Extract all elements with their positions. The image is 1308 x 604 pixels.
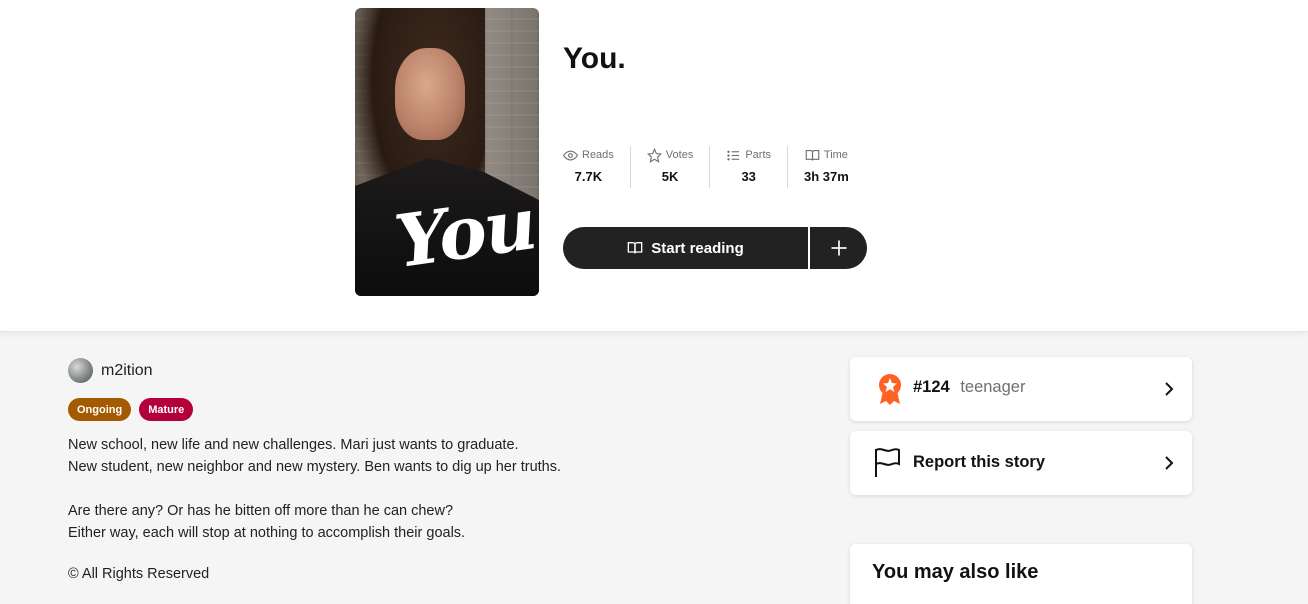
ranking-card[interactable]: #124 teenager	[850, 357, 1192, 421]
story-header: You. You. Reads 7.7K Votes 5K Parts 33 T…	[0, 0, 1308, 332]
eye-icon	[563, 150, 578, 160]
avatar[interactable]	[68, 358, 93, 383]
stat-reads: Reads 7.7K	[563, 146, 630, 188]
report-story-label: Report this story	[913, 453, 1046, 471]
description-line: Are there any? Or has he bitten off more…	[68, 503, 454, 519]
flag-icon	[875, 448, 900, 477]
description-line: Either way, each will stop at nothing to…	[68, 525, 466, 541]
stat-votes: Votes 5K	[629, 146, 710, 188]
stat-reads-value: 7.7K	[574, 169, 603, 184]
chevron-right-icon	[1165, 382, 1174, 396]
story-cover-image[interactable]: You.	[355, 8, 539, 296]
stat-votes-value: 5K	[661, 169, 679, 184]
stat-votes-label: Votes	[665, 149, 694, 161]
description-line: New school, new life and new challenges.…	[68, 437, 519, 453]
read-controls: Start reading	[563, 227, 867, 269]
copyright-notice: © All Rights Reserved	[68, 566, 210, 582]
add-to-library-button[interactable]	[810, 227, 867, 269]
chevron-right-icon	[1165, 456, 1174, 470]
cover-figure-face	[395, 48, 465, 140]
you-may-also-like-card: You may also like	[850, 544, 1192, 604]
list-icon	[727, 150, 740, 160]
start-reading-label: Start reading	[651, 239, 744, 257]
plus-icon	[831, 240, 846, 256]
stat-time-value: 3h 37m	[804, 169, 849, 184]
book-open-icon	[627, 242, 643, 254]
start-reading-button[interactable]: Start reading	[563, 227, 808, 269]
stat-parts-label: Parts	[745, 149, 772, 161]
ranking-number: #124	[913, 378, 950, 396]
stat-time: Time 3h 37m	[787, 146, 865, 188]
story-badges: Ongoing Mature	[68, 398, 194, 421]
report-story-card[interactable]: Report this story	[850, 431, 1192, 495]
author-link[interactable]: m2ition	[68, 358, 153, 383]
ranking-tag: teenager	[960, 378, 1026, 396]
book-open-icon	[805, 149, 820, 161]
story-title: You.	[563, 42, 626, 75]
you-may-also-like-title: You may also like	[872, 561, 1039, 583]
stat-parts: Parts 33	[709, 146, 787, 188]
story-stats: Reads 7.7K Votes 5K Parts 33 Time 3h 37m	[563, 146, 865, 188]
status-badge-ongoing: Ongoing	[68, 398, 132, 421]
story-description: New school, new life and new challenges.…	[68, 434, 768, 544]
author-name[interactable]: m2ition	[101, 362, 153, 380]
description-line: New student, new neighbor and new myster…	[68, 459, 561, 475]
stat-time-label: Time	[823, 149, 848, 161]
status-badge-mature: Mature	[139, 398, 194, 421]
star-icon	[646, 147, 662, 163]
stat-parts-value: 33	[741, 169, 756, 184]
stat-reads-label: Reads	[582, 149, 614, 161]
ranking-ribbon-icon	[879, 374, 901, 405]
